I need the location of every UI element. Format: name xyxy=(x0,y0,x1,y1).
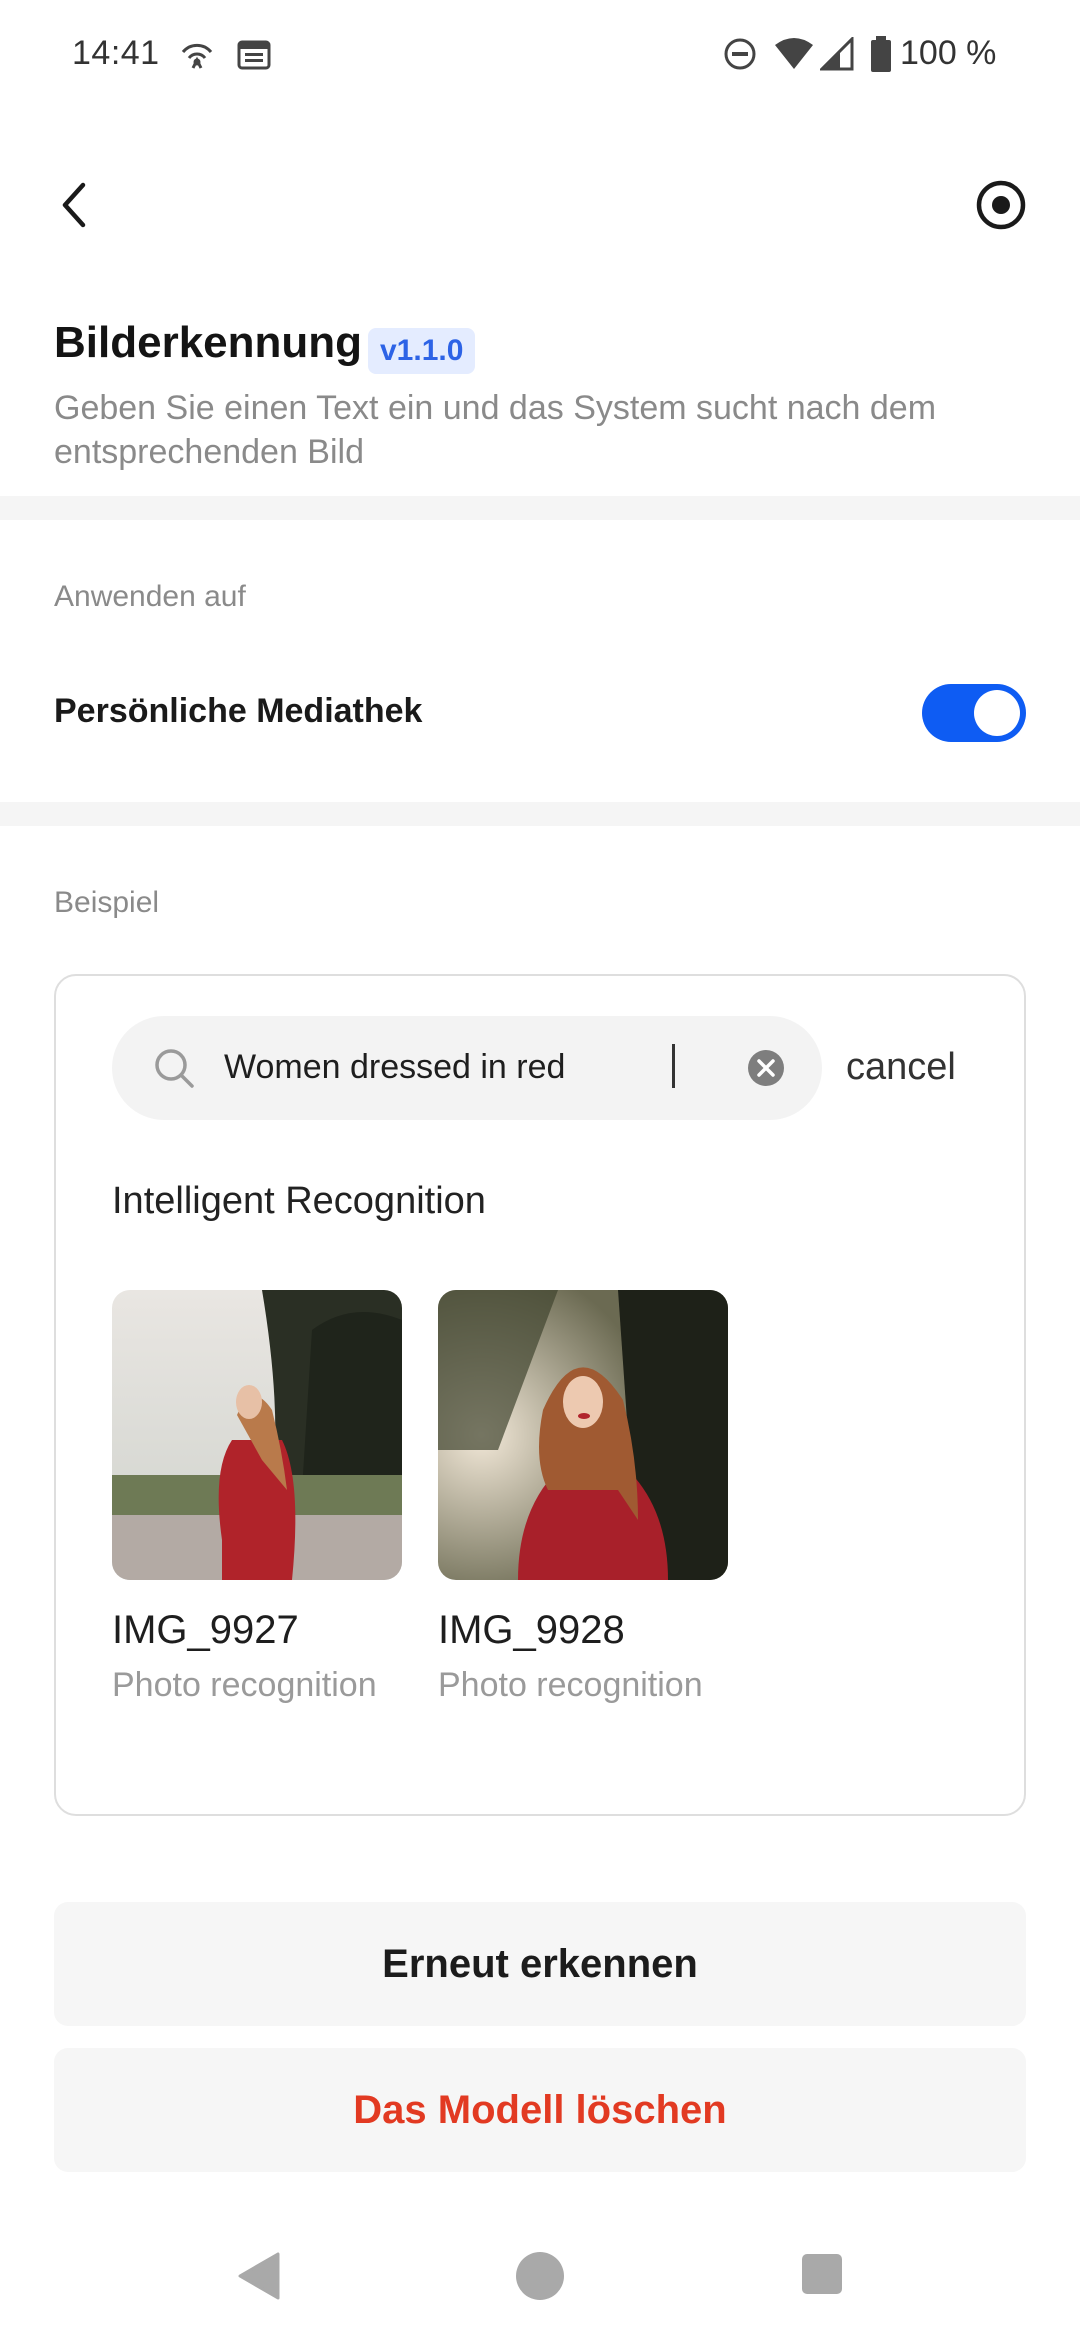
signal-icon xyxy=(820,36,854,72)
wifi-icon xyxy=(774,36,814,72)
result-name-1: IMG_9927 xyxy=(112,1608,299,1652)
page-title: Bilderkennung xyxy=(54,318,363,367)
personal-library-label: Persönliche Mediathek xyxy=(54,692,423,730)
record-button[interactable] xyxy=(970,174,1032,236)
photo-thumbnail xyxy=(438,1290,728,1580)
battery-icon xyxy=(870,36,892,72)
back-button[interactable] xyxy=(44,170,104,240)
result-subtitle-1: Photo recognition xyxy=(112,1666,377,1704)
nav-back-button[interactable] xyxy=(236,2252,280,2300)
hotspot-icon xyxy=(178,36,216,72)
example-card: Women dressed in red cancel Intelligent … xyxy=(54,974,1026,1816)
example-section-label: Beispiel xyxy=(54,886,160,919)
delete-model-button[interactable]: Das Modell löschen xyxy=(54,2048,1026,2172)
results-title: Intelligent Recognition xyxy=(112,1180,486,1222)
toggle-knob xyxy=(974,690,1020,736)
result-photo-1[interactable] xyxy=(112,1290,402,1580)
triangle-back-icon xyxy=(238,2252,280,2300)
recognize-again-button[interactable]: Erneut erkennen xyxy=(54,1902,1026,2026)
result-name-2: IMG_9928 xyxy=(438,1608,625,1652)
clear-icon[interactable] xyxy=(746,1048,786,1088)
status-bar: 14:41 100 % xyxy=(0,0,1080,110)
photo-thumbnail xyxy=(112,1290,402,1580)
nav-recents-button[interactable] xyxy=(802,2254,842,2294)
text-caret xyxy=(672,1044,675,1088)
version-badge: v1.1.0 xyxy=(368,328,476,374)
search-input[interactable]: Women dressed in red xyxy=(112,1016,822,1120)
cancel-button[interactable]: cancel xyxy=(846,1046,956,1089)
record-icon xyxy=(976,180,1026,230)
search-query: Women dressed in red xyxy=(224,1048,566,1086)
nav-home-button[interactable] xyxy=(516,2252,564,2300)
calendar-icon xyxy=(236,36,272,72)
chevron-left-icon xyxy=(62,182,86,228)
search-icon xyxy=(155,1049,194,1088)
personal-library-toggle[interactable] xyxy=(922,684,1026,742)
section-divider xyxy=(0,496,1080,520)
section-divider xyxy=(0,802,1080,826)
status-time: 14:41 xyxy=(72,34,160,72)
apply-section-label: Anwenden auf xyxy=(54,580,246,613)
result-photo-2[interactable] xyxy=(438,1290,728,1580)
page-description: Geben Sie einen Text ein und das System … xyxy=(54,389,937,471)
result-subtitle-2: Photo recognition xyxy=(438,1666,703,1704)
battery-percent: 100 % xyxy=(900,34,997,72)
dnd-icon xyxy=(722,36,758,72)
